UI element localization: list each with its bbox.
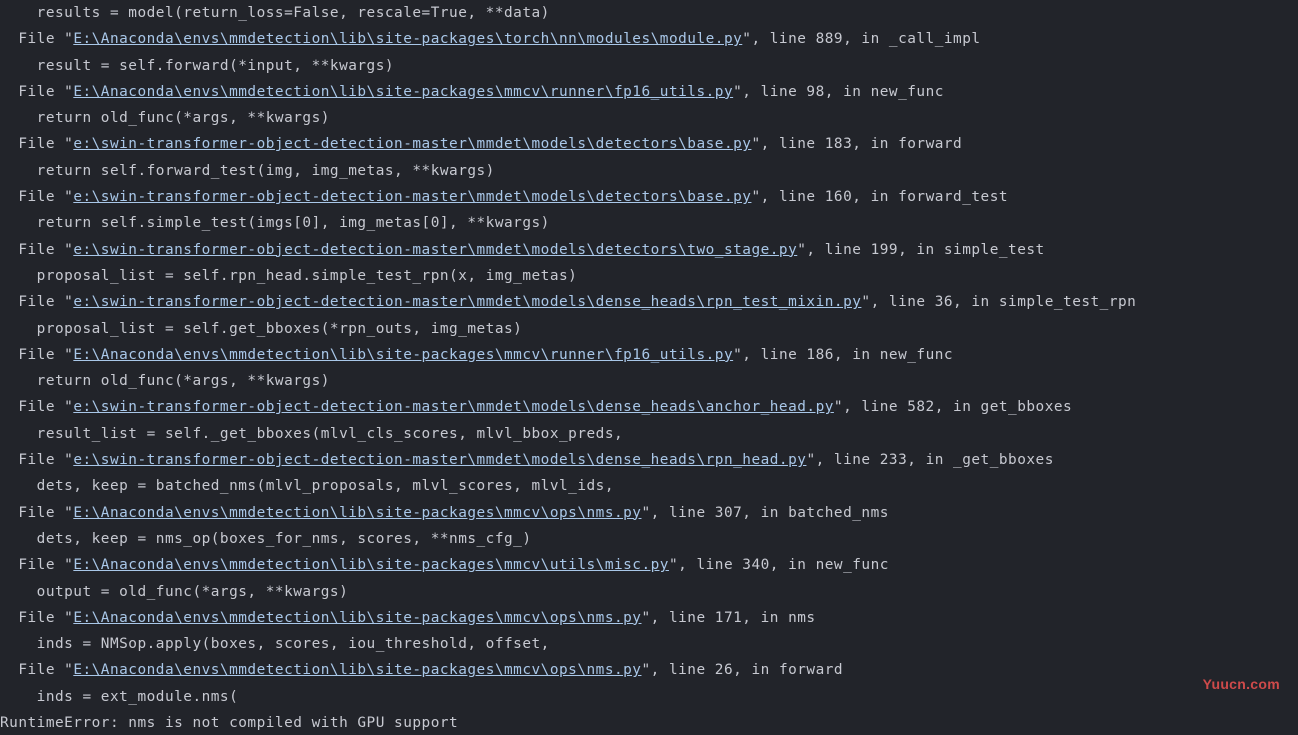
line-suffix: ", line 233, in _get_bboxes: [806, 452, 1053, 468]
traceback-code-line: dets, keep = nms_op(boxes_for_nms, score…: [0, 526, 1298, 552]
line-suffix: result = self.forward(*input, **kwargs): [37, 58, 394, 74]
traceback-file-line: File "e:\swin-transformer-object-detecti…: [0, 289, 1298, 315]
line-prefix: [0, 689, 37, 705]
line-prefix: File ": [0, 347, 73, 363]
line-prefix: [0, 531, 37, 547]
line-suffix: return old_func(*args, **kwargs): [37, 110, 330, 126]
line-suffix: inds = ext_module.nms(: [37, 689, 239, 705]
traceback-code-line: proposal_list = self.get_bboxes(*rpn_out…: [0, 316, 1298, 342]
file-path-link[interactable]: e:\swin-transformer-object-detection-mas…: [73, 189, 751, 205]
traceback-file-line: File "e:\swin-transformer-object-detecti…: [0, 184, 1298, 210]
line-suffix: ", line 199, in simple_test: [797, 242, 1044, 258]
traceback-code-line: result_list = self._get_bboxes(mlvl_cls_…: [0, 421, 1298, 447]
line-prefix: [0, 163, 37, 179]
file-path-link[interactable]: E:\Anaconda\envs\mmdetection\lib\site-pa…: [73, 505, 641, 521]
traceback-code-line: return old_func(*args, **kwargs): [0, 368, 1298, 394]
traceback-file-line: File "E:\Anaconda\envs\mmdetection\lib\s…: [0, 342, 1298, 368]
line-prefix: [0, 5, 37, 21]
line-prefix: File ": [0, 84, 73, 100]
line-prefix: [0, 110, 37, 126]
line-prefix: File ": [0, 452, 73, 468]
traceback-file-line: File "e:\swin-transformer-object-detecti…: [0, 447, 1298, 473]
line-suffix: ", line 98, in new_func: [733, 84, 944, 100]
line-prefix: [0, 584, 37, 600]
line-prefix: File ": [0, 557, 73, 573]
file-path-link[interactable]: e:\swin-transformer-object-detection-mas…: [73, 452, 806, 468]
file-path-link[interactable]: e:\swin-transformer-object-detection-mas…: [73, 242, 797, 258]
line-prefix: File ": [0, 31, 73, 47]
line-suffix: ", line 889, in _call_impl: [742, 31, 980, 47]
line-suffix: ", line 183, in forward: [751, 136, 962, 152]
line-suffix: dets, keep = batched_nms(mlvl_proposals,…: [37, 478, 614, 494]
traceback-file-line: File "E:\Anaconda\envs\mmdetection\lib\s…: [0, 605, 1298, 631]
line-prefix: [0, 478, 37, 494]
line-suffix: output = old_func(*args, **kwargs): [37, 584, 349, 600]
file-path-link[interactable]: E:\Anaconda\envs\mmdetection\lib\site-pa…: [73, 610, 641, 626]
line-suffix: proposal_list = self.rpn_head.simple_tes…: [37, 268, 578, 284]
line-suffix: proposal_list = self.get_bboxes(*rpn_out…: [37, 321, 523, 337]
traceback-code-line: result = self.forward(*input, **kwargs): [0, 53, 1298, 79]
watermark-text: Yuucn.com: [1203, 671, 1280, 697]
traceback-file-line: File "E:\Anaconda\envs\mmdetection\lib\s…: [0, 657, 1298, 683]
traceback-file-line: File "e:\swin-transformer-object-detecti…: [0, 237, 1298, 263]
line-suffix: results = model(return_loss=False, resca…: [37, 5, 550, 21]
line-suffix: result_list = self._get_bboxes(mlvl_cls_…: [37, 426, 624, 442]
traceback-code-line: proposal_list = self.rpn_head.simple_tes…: [0, 263, 1298, 289]
traceback-file-line: File "E:\Anaconda\envs\mmdetection\lib\s…: [0, 500, 1298, 526]
traceback-block: results = model(return_loss=False, resca…: [0, 0, 1298, 735]
line-suffix: inds = NMSop.apply(boxes, scores, iou_th…: [37, 636, 550, 652]
traceback-code-line: output = old_func(*args, **kwargs): [0, 579, 1298, 605]
traceback-code-line: dets, keep = batched_nms(mlvl_proposals,…: [0, 473, 1298, 499]
line-suffix: return old_func(*args, **kwargs): [37, 373, 330, 389]
line-prefix: [0, 58, 37, 74]
line-prefix: File ": [0, 399, 73, 415]
line-suffix: ", line 160, in forward_test: [751, 189, 1008, 205]
line-prefix: [0, 426, 37, 442]
traceback-file-line: File "e:\swin-transformer-object-detecti…: [0, 131, 1298, 157]
traceback-file-line: File "E:\Anaconda\envs\mmdetection\lib\s…: [0, 26, 1298, 52]
line-suffix: dets, keep = nms_op(boxes_for_nms, score…: [37, 531, 532, 547]
line-suffix: return self.forward_test(img, img_metas,…: [37, 163, 495, 179]
traceback-code-line: inds = ext_module.nms(: [0, 684, 1298, 710]
line-suffix: ", line 582, in get_bboxes: [834, 399, 1072, 415]
line-prefix: [0, 321, 37, 337]
traceback-code-line: return self.simple_test(imgs[0], img_met…: [0, 210, 1298, 236]
line-suffix: RuntimeError: nms is not compiled with G…: [0, 715, 458, 731]
line-prefix: File ": [0, 662, 73, 678]
line-prefix: File ": [0, 505, 73, 521]
line-prefix: File ": [0, 610, 73, 626]
line-prefix: [0, 373, 37, 389]
line-suffix: ", line 186, in new_func: [733, 347, 953, 363]
file-path-link[interactable]: E:\Anaconda\envs\mmdetection\lib\site-pa…: [73, 557, 669, 573]
line-suffix: ", line 26, in forward: [641, 662, 843, 678]
traceback-code-line: inds = NMSop.apply(boxes, scores, iou_th…: [0, 631, 1298, 657]
file-path-link[interactable]: E:\Anaconda\envs\mmdetection\lib\site-pa…: [73, 347, 733, 363]
file-path-link[interactable]: e:\swin-transformer-object-detection-mas…: [73, 294, 861, 310]
traceback-code-line: RuntimeError: nms is not compiled with G…: [0, 710, 1298, 735]
file-path-link[interactable]: e:\swin-transformer-object-detection-mas…: [73, 399, 834, 415]
line-prefix: [0, 636, 37, 652]
traceback-file-line: File "e:\swin-transformer-object-detecti…: [0, 394, 1298, 420]
line-prefix: File ": [0, 136, 73, 152]
line-suffix: ", line 340, in new_func: [669, 557, 889, 573]
line-suffix: ", line 36, in simple_test_rpn: [861, 294, 1136, 310]
traceback-code-line: return old_func(*args, **kwargs): [0, 105, 1298, 131]
line-prefix: [0, 215, 37, 231]
line-suffix: return self.simple_test(imgs[0], img_met…: [37, 215, 550, 231]
file-path-link[interactable]: E:\Anaconda\envs\mmdetection\lib\site-pa…: [73, 662, 641, 678]
line-prefix: [0, 268, 37, 284]
line-prefix: File ": [0, 242, 73, 258]
traceback-code-line: return self.forward_test(img, img_metas,…: [0, 158, 1298, 184]
file-path-link[interactable]: E:\Anaconda\envs\mmdetection\lib\site-pa…: [73, 84, 733, 100]
line-prefix: File ": [0, 189, 73, 205]
file-path-link[interactable]: E:\Anaconda\envs\mmdetection\lib\site-pa…: [73, 31, 742, 47]
line-suffix: ", line 307, in batched_nms: [641, 505, 888, 521]
line-prefix: File ": [0, 294, 73, 310]
traceback-code-line: results = model(return_loss=False, resca…: [0, 0, 1298, 26]
file-path-link[interactable]: e:\swin-transformer-object-detection-mas…: [73, 136, 751, 152]
traceback-file-line: File "E:\Anaconda\envs\mmdetection\lib\s…: [0, 552, 1298, 578]
traceback-file-line: File "E:\Anaconda\envs\mmdetection\lib\s…: [0, 79, 1298, 105]
line-suffix: ", line 171, in nms: [641, 610, 815, 626]
